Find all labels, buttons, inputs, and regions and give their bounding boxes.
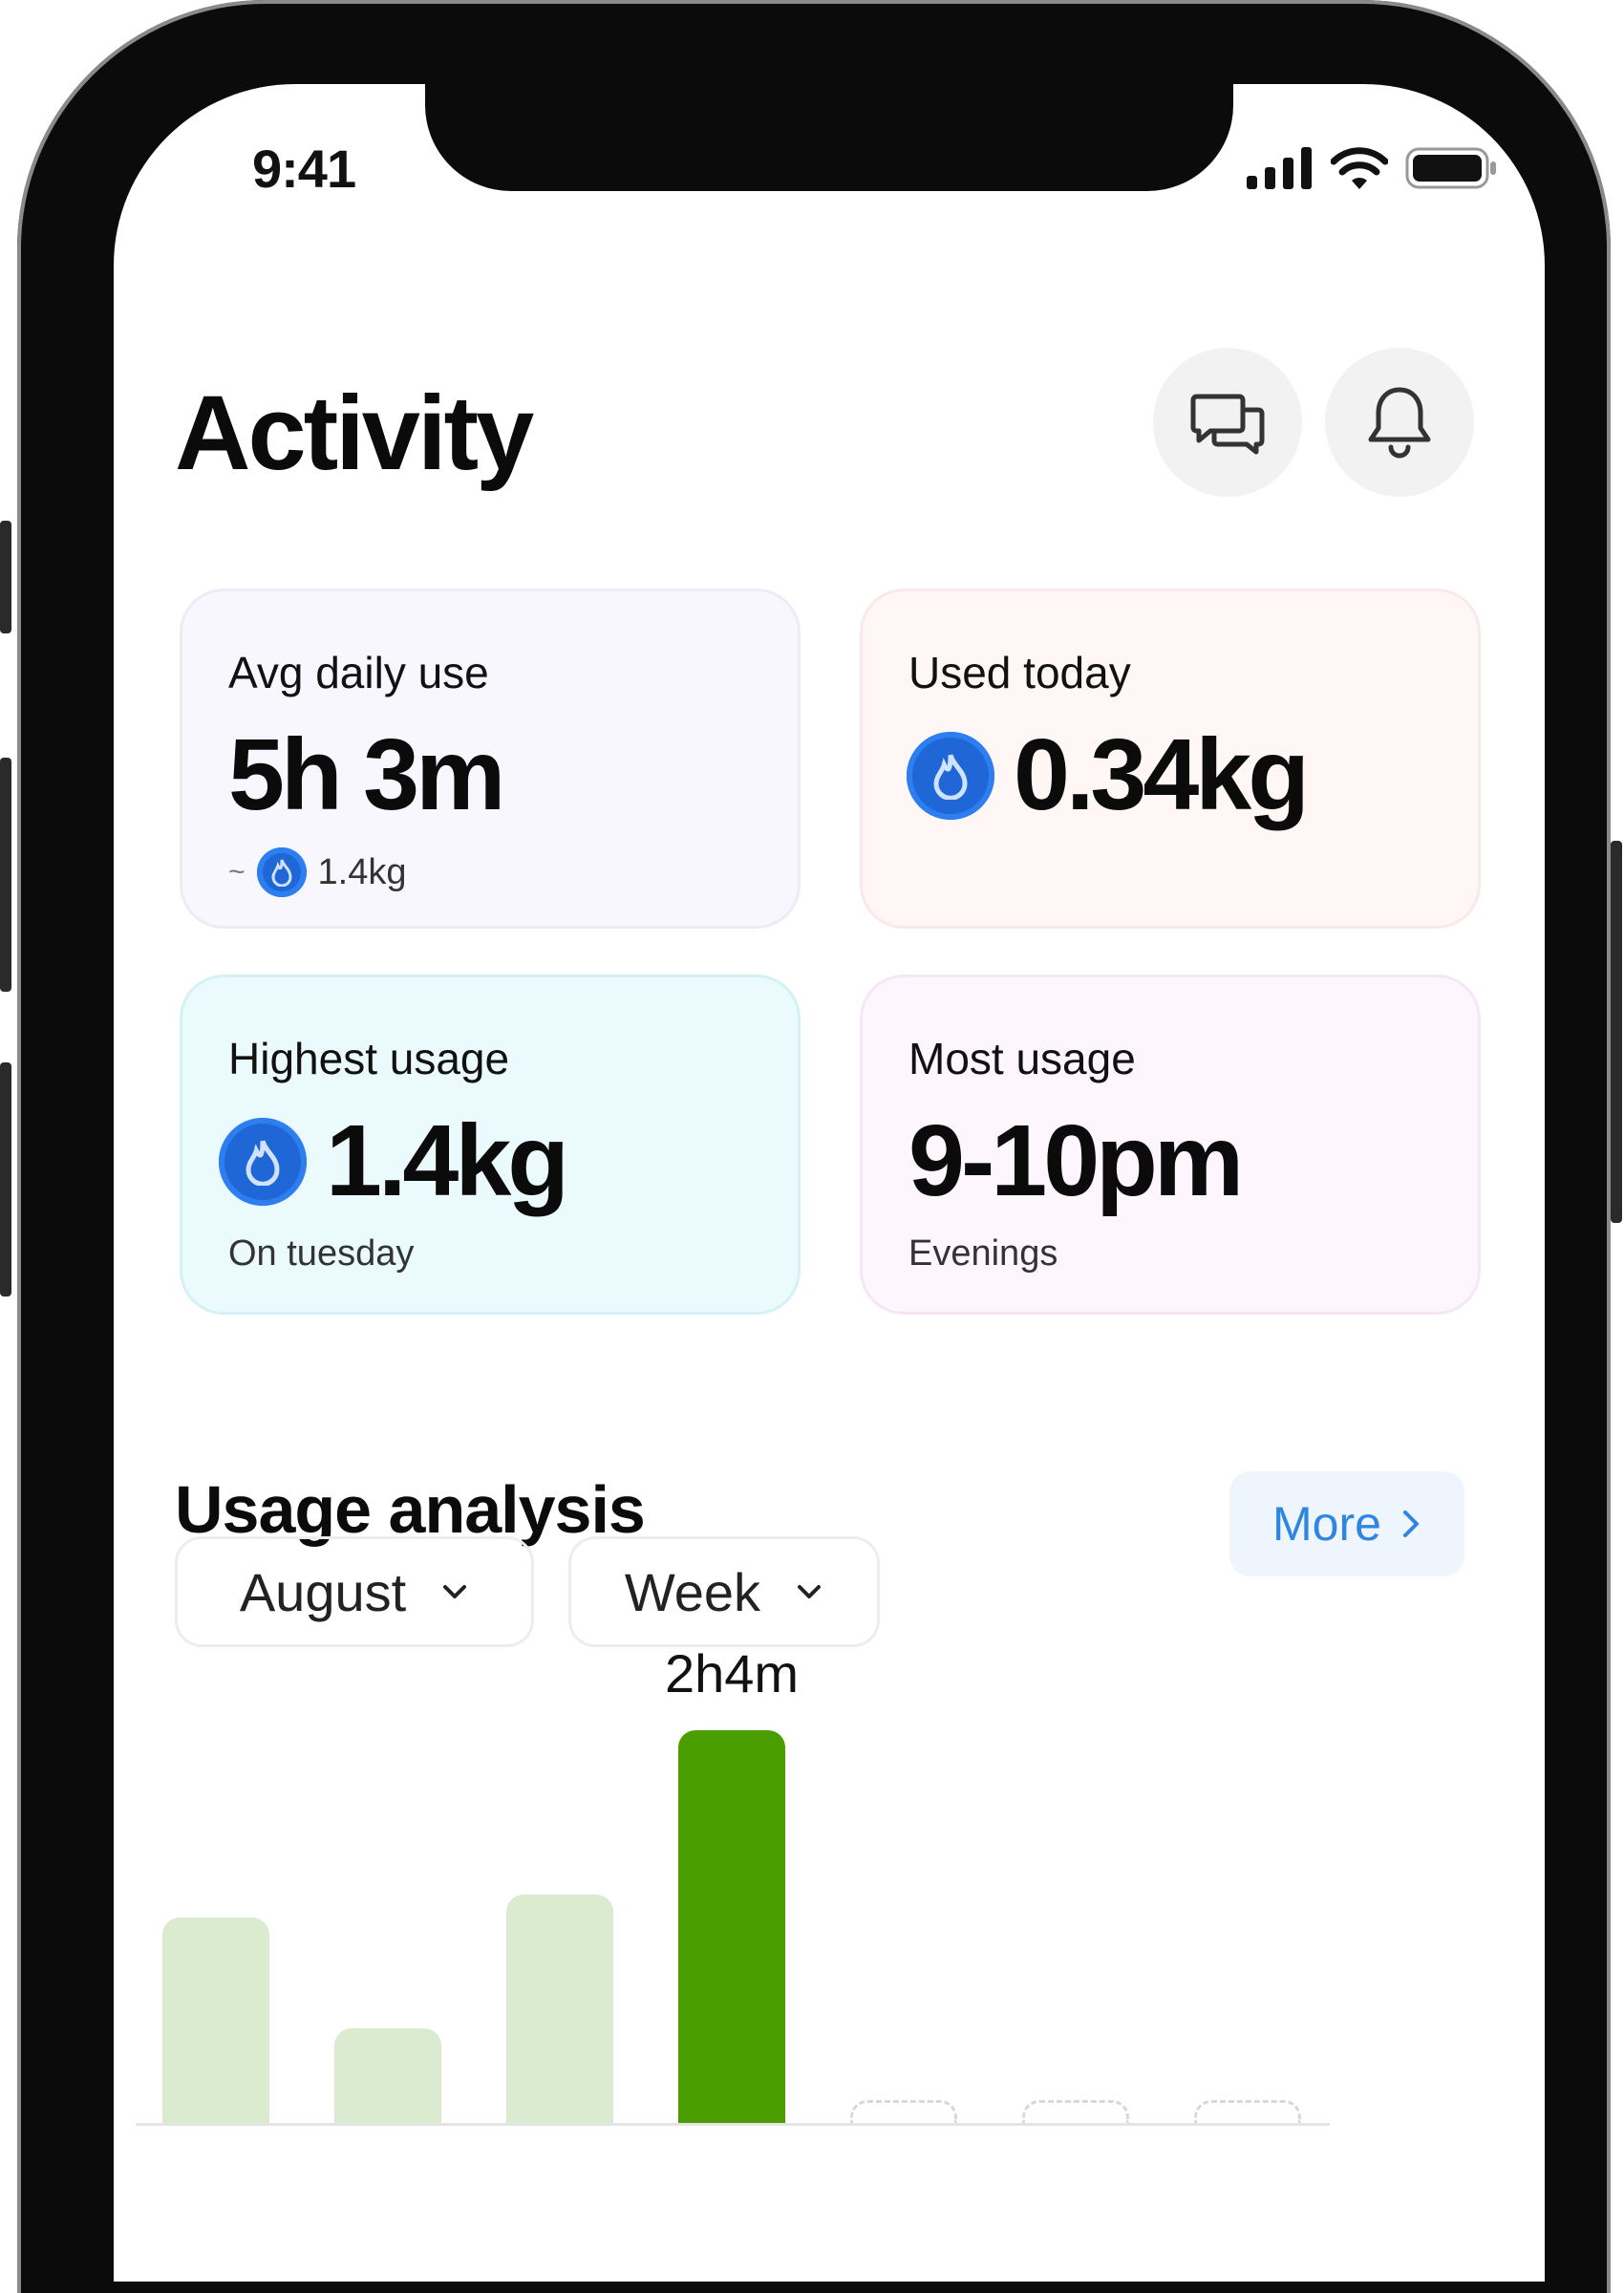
bell-icon [1368, 387, 1431, 459]
period-dropdown[interactable]: Week [568, 1536, 880, 1647]
page-title: Activity [175, 375, 534, 492]
wifi-icon [1331, 147, 1388, 189]
card-label: Avg daily use [228, 648, 489, 697]
side-button-power [1611, 841, 1622, 1223]
chevron-down-icon [798, 1585, 822, 1598]
card-value-row: 0.34kg [907, 718, 1310, 833]
status-icons [1247, 147, 1497, 189]
card-used-today[interactable]: Used today 0.34kg [860, 589, 1481, 929]
chevron-down-icon [443, 1585, 467, 1598]
messages-button[interactable] [1153, 348, 1302, 497]
more-label: More [1272, 1497, 1381, 1551]
chart-bar-value-label: 2h4m [664, 1643, 800, 1704]
card-value: 1.4kg [326, 1104, 569, 1217]
notifications-button[interactable] [1325, 348, 1474, 497]
chart-bar[interactable] [850, 2100, 957, 2123]
phone-frame: 9:41 Activity Avg daily use 5h 3m ~ 1.4k… [0, 0, 1622, 2293]
month-dropdown-value: August [239, 1561, 407, 1622]
card-most-usage[interactable]: Most usage 9-10pm Evenings [860, 975, 1481, 1315]
approx-symbol: ~ [228, 856, 246, 888]
card-sub: Evenings [908, 1233, 1058, 1274]
chart-baseline [136, 2123, 1330, 2126]
screen: 9:41 Activity Avg daily use 5h 3m ~ 1.4k… [114, 84, 1545, 2282]
card-value: 5h 3m [228, 718, 505, 831]
side-button-volume-down [0, 1062, 11, 1297]
signal-icon [1247, 147, 1312, 189]
flame-coin-icon [219, 1117, 307, 1206]
card-value: 9-10pm [908, 1104, 1244, 1217]
card-avg-daily-use[interactable]: Avg daily use 5h 3m ~ 1.4kg [180, 589, 801, 929]
flame-coin-icon [256, 847, 307, 897]
period-dropdown-value: Week [624, 1561, 761, 1622]
chart-bar[interactable] [506, 1895, 613, 2123]
card-value: 0.34kg [1014, 718, 1310, 831]
status-time: 9:41 [252, 139, 356, 199]
chart-bar[interactable] [678, 1730, 785, 2123]
chart-bar[interactable] [1194, 2100, 1301, 2123]
flame-coin-icon [907, 731, 994, 820]
chevron-right-icon [1402, 1511, 1419, 1537]
card-sub-value: 1.4kg [317, 851, 407, 892]
month-dropdown[interactable]: August [175, 1536, 534, 1647]
card-label: Used today [908, 648, 1131, 697]
card-highest-usage[interactable]: Highest usage 1.4kg On tuesday [180, 975, 801, 1315]
more-button[interactable]: More [1229, 1471, 1464, 1576]
chart-bar[interactable] [1022, 2100, 1129, 2123]
card-label: Most usage [908, 1034, 1136, 1083]
card-sub: ~ 1.4kg [228, 847, 407, 897]
chart-bar[interactable] [162, 1917, 269, 2123]
side-button-volume-up [0, 758, 11, 992]
card-sub: On tuesday [228, 1233, 415, 1274]
chat-bubbles-icon [1190, 394, 1265, 455]
battery-icon [1405, 147, 1496, 189]
chart-bar[interactable] [334, 2027, 441, 2123]
card-label: Highest usage [228, 1034, 510, 1083]
card-value-row: 1.4kg [219, 1104, 569, 1219]
notch [425, 84, 1233, 191]
side-button-mute [0, 521, 11, 633]
